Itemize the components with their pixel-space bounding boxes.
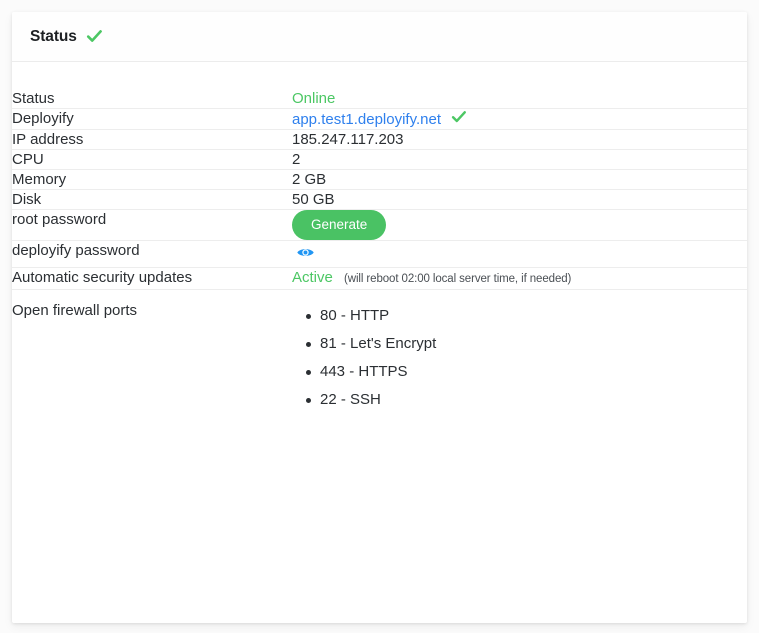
generate-password-button[interactable]: Generate	[292, 210, 387, 240]
firewall-ports-list: 80 - HTTP 81 - Let's Encrypt 443 - HTTPS…	[292, 290, 747, 426]
row-label-security-updates: Automatic security updates	[12, 269, 193, 286]
row-value-status: Online	[292, 89, 747, 109]
card-header: Status	[12, 12, 747, 62]
row-value-cpu: 2	[292, 151, 301, 168]
list-item: 22 - SSH	[292, 386, 747, 414]
security-updates-note: (will reboot 02:00 local server time, if…	[344, 273, 572, 285]
card-body: Status Online Deployify app.test1.deploy…	[12, 62, 747, 426]
table-row: deployify password	[12, 241, 747, 268]
table-row: Disk 50 GB	[12, 190, 747, 210]
row-label-firewall-ports: Open firewall ports	[12, 302, 138, 319]
row-value-firewall-ports: 80 - HTTP 81 - Let's Encrypt 443 - HTTPS…	[292, 290, 747, 427]
row-value-memory: 2 GB	[292, 171, 327, 188]
table-row: root password Generate	[12, 210, 747, 241]
status-card: Status Status Online Deployify app.test1…	[12, 12, 747, 623]
row-value-security-updates: Active (will reboot 02:00 local server t…	[292, 268, 747, 290]
list-item: 81 - Let's Encrypt	[292, 330, 747, 358]
table-row: Memory 2 GB	[12, 170, 747, 190]
row-label-ip-address: IP address	[12, 131, 84, 148]
deployify-domain-link[interactable]: app.test1.deployify.net	[292, 111, 441, 128]
row-value-disk: 50 GB	[292, 191, 335, 208]
row-label-root-password: root password	[12, 211, 107, 228]
row-value-deployify: app.test1.deployify.net	[292, 109, 747, 130]
eye-icon[interactable]	[296, 243, 315, 262]
row-label-status: Status	[12, 90, 55, 107]
table-row: Status Online	[12, 89, 747, 109]
table-row: Deployify app.test1.deployify.net	[12, 109, 747, 130]
page-title: Status	[30, 27, 77, 45]
row-label-cpu: CPU	[12, 151, 44, 168]
list-item: 443 - HTTPS	[292, 358, 747, 386]
green-check-icon	[451, 109, 467, 125]
row-label-memory: Memory	[12, 171, 67, 188]
table-row: Automatic security updates Active (will …	[12, 268, 747, 290]
status-table: Status Online Deployify app.test1.deploy…	[12, 89, 747, 426]
table-row: IP address 185.247.117.203	[12, 130, 747, 150]
row-value-root-password: Generate	[292, 210, 747, 241]
list-item: 80 - HTTP	[292, 302, 747, 330]
status-badge: Online	[292, 90, 336, 107]
green-check-icon	[86, 28, 103, 45]
row-value-ip-address: 185.247.117.203	[292, 131, 404, 148]
security-updates-status: Active	[292, 269, 333, 286]
table-row: Open firewall ports 80 - HTTP 81 - Let's…	[12, 290, 747, 427]
row-value-deployify-password	[292, 241, 747, 268]
row-label-disk: Disk	[12, 191, 42, 208]
row-label-deployify-password: deployify password	[12, 242, 140, 259]
row-label-deployify: Deployify	[12, 110, 74, 127]
table-row: CPU 2	[12, 150, 747, 170]
